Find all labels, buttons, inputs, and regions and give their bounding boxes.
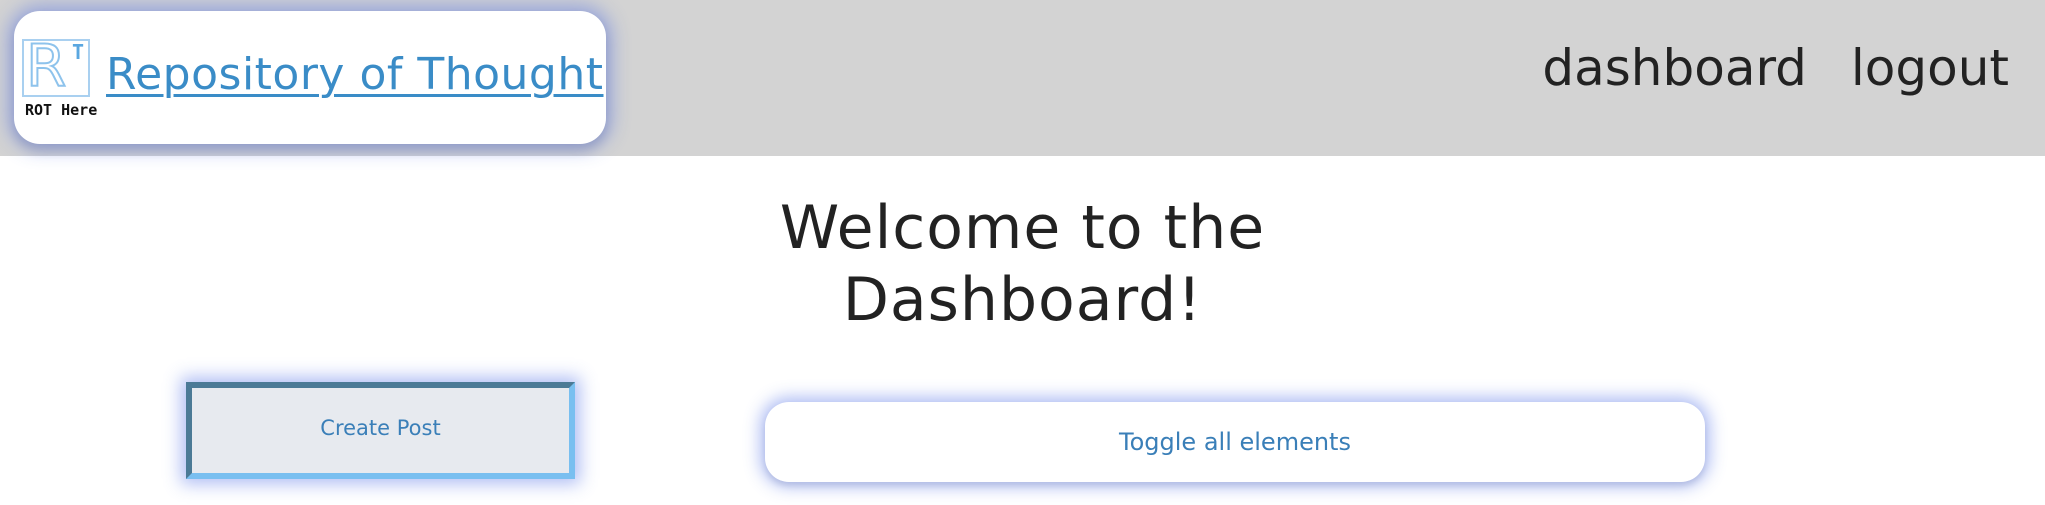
create-post-button[interactable]: Create Post — [186, 382, 575, 479]
nav-dashboard-link[interactable]: dashboard — [1542, 36, 1807, 100]
logo-caption: ROT Here — [25, 101, 98, 119]
page-title: Welcome to the Dashboard! — [0, 192, 2045, 336]
logo-superscript: T — [72, 40, 85, 64]
top-navigation-bar: R T ROT Here Repository of Thought dashb… — [0, 0, 2045, 156]
rot-logo-icon: R T ROT Here — [22, 32, 98, 123]
site-title-link[interactable]: Repository of Thought — [106, 45, 604, 105]
toggle-all-elements-button[interactable]: Toggle all elements — [765, 402, 1705, 482]
page-title-line-1: Welcome to the — [779, 193, 1266, 263]
logo-glyph: R — [25, 32, 67, 100]
main-nav: dashboard logout — [1542, 36, 2009, 100]
page-title-line-2: Dashboard! — [842, 265, 1203, 335]
brand-card: R T ROT Here Repository of Thought — [14, 11, 606, 144]
nav-logout-link[interactable]: logout — [1851, 36, 2009, 100]
